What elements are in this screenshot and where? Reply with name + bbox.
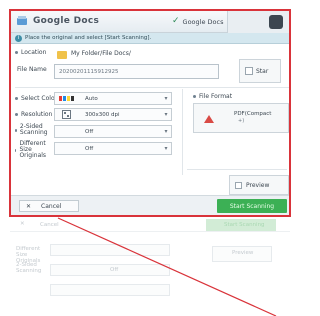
resolution-icon (59, 110, 73, 119)
destination-chip-label: Google Docs (182, 17, 224, 26)
scan-dialog: Google Docs ✓ Google Docs i Place the or… (9, 9, 291, 217)
cancel-button[interactable]: ✕ Cancel (19, 200, 79, 212)
filename-label: File Name (17, 66, 47, 73)
info-icon: i (15, 34, 22, 42)
close-icon: ✕ (26, 202, 32, 210)
check-icon: ✓ (172, 16, 180, 26)
start-scanning-button[interactable]: Start Scanning (217, 199, 287, 213)
divider (187, 169, 287, 170)
checkbox-icon (245, 67, 253, 75)
different-size-value: Off (85, 145, 94, 152)
two-sided-value: Off (85, 128, 94, 135)
ghost-close-icon: ✕ (20, 221, 25, 227)
info-text: Place the original and select [Start Sca… (25, 35, 152, 41)
chevron-down-icon: ▾ (164, 128, 168, 135)
location-label: Location (15, 49, 46, 56)
bullet-icon (15, 51, 18, 54)
pdf-icon (204, 115, 214, 123)
destination-chip[interactable]: ✓ Google Docs (169, 15, 229, 28)
file-format-label: File Format (193, 93, 232, 100)
faded-reflection: ✕ Cancel Start Scanning Different Size O… (10, 218, 290, 316)
star-button[interactable]: Star (239, 59, 281, 83)
bullet-icon (15, 113, 18, 116)
different-size-dropdown[interactable]: Off ▾ (54, 142, 172, 155)
folder-icon (57, 51, 67, 59)
two-sided-dropdown[interactable]: Off ▾ (54, 125, 172, 138)
chevron-down-icon: ▾ (164, 111, 168, 118)
select-color-dropdown[interactable]: Auto ▾ (54, 92, 172, 105)
select-color-label: Select Color (15, 95, 57, 102)
bullet-icon (193, 95, 196, 98)
ghost-cancel-text: Cancel (40, 222, 59, 228)
checkbox-icon (235, 182, 242, 189)
resolution-label: Resolution (15, 111, 52, 118)
ghost-off-text: Off (110, 267, 119, 273)
preview-button[interactable]: Preview (229, 175, 289, 195)
location-value[interactable]: My Folder/File Docs/ (71, 50, 131, 57)
cancel-button-label: Cancel (41, 202, 62, 210)
star-button-label: Star (256, 67, 269, 75)
file-format-subvalue: +) (238, 118, 245, 124)
ghost-select (50, 244, 170, 256)
resolution-value: 300x300 dpi (85, 111, 120, 118)
preview-button-label: Preview (246, 181, 270, 189)
app-icon (269, 15, 283, 29)
ghost-start-text: Start Scanning (224, 222, 265, 228)
ghost-row: ✕ Cancel Start Scanning (10, 218, 290, 232)
page-title: Google Docs (33, 16, 100, 26)
scanner-icon (17, 16, 27, 25)
color-swatch-icon (58, 94, 74, 103)
divider (182, 89, 183, 175)
title-bar-right-panel (227, 11, 289, 33)
filename-field[interactable]: 20200201115912925 (54, 64, 219, 79)
different-size-label: Different Size Originals (15, 141, 53, 159)
bottom-bar: ✕ Cancel Start Scanning (11, 195, 289, 215)
select-color-value: Auto (85, 95, 98, 102)
title-bar: Google Docs ✓ Google Docs (11, 11, 289, 33)
ghost-select (50, 284, 170, 296)
resolution-dropdown[interactable]: 300x300 dpi ▾ (54, 108, 172, 121)
bullet-icon (15, 97, 18, 100)
divider (15, 87, 289, 88)
ghost-preview-text: Preview (232, 250, 254, 256)
file-format-value: PDF(Compact (234, 111, 272, 117)
bullet-icon (15, 148, 17, 152)
chevron-down-icon: ▾ (164, 145, 168, 152)
bullet-icon (15, 128, 17, 132)
two-sided-label: 2-Sided Scanning (15, 124, 53, 136)
ghost-twosided-text: 2-Sided Scanning (16, 262, 42, 274)
info-bar: i Place the original and select [Start S… (11, 33, 289, 44)
file-format-button[interactable]: PDF(Compact +) (193, 103, 289, 133)
chevron-down-icon: ▾ (164, 95, 168, 102)
